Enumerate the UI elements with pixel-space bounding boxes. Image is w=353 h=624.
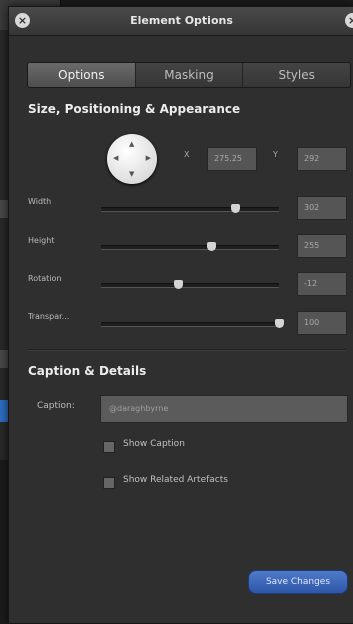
transparency-slider-thumb[interactable] — [275, 319, 284, 328]
x-label: X — [184, 150, 190, 159]
size-section-title: Size, Positioning & Appearance — [28, 102, 241, 116]
y-label: Y — [273, 150, 278, 159]
height-slider-thumb[interactable] — [207, 242, 217, 251]
width-label: Width — [28, 197, 52, 206]
caption-section-title: Caption & Details — [28, 364, 147, 378]
height-slider[interactable] — [101, 242, 279, 251]
tab-bar: Options Masking Styles — [27, 62, 351, 88]
rotation-slider[interactable] — [101, 280, 279, 289]
tab-masking[interactable]: Masking — [136, 63, 244, 87]
window-title: Element Options — [130, 14, 233, 27]
width-slider[interactable] — [101, 204, 279, 213]
y-field[interactable]: 292 — [297, 147, 347, 171]
width-field[interactable]: 302 — [297, 196, 347, 220]
save-changes-button[interactable]: Save Changes — [248, 570, 348, 594]
show-caption-label[interactable]: Show Caption — [123, 439, 185, 449]
caption-input[interactable]: @daraghbyrne — [100, 395, 348, 423]
rotation-label: Rotation — [28, 274, 62, 283]
height-field[interactable]: 255 — [297, 234, 347, 258]
close-icon[interactable]: × — [345, 13, 353, 28]
arrow-left-icon[interactable]: ◀ — [113, 154, 118, 162]
tab-options[interactable]: Options — [28, 63, 136, 87]
transparency-slider[interactable] — [101, 319, 284, 328]
transparency-field[interactable]: 100 — [297, 311, 347, 335]
element-options-panel: × Element Options × Options Masking Styl… — [8, 6, 353, 624]
rotation-field[interactable]: -12 — [297, 272, 347, 296]
section-divider — [28, 349, 346, 351]
arrow-down-icon[interactable]: ▼ — [129, 170, 134, 178]
transparency-label: Transpar... — [28, 312, 70, 321]
arrow-up-icon[interactable]: ▲ — [129, 140, 134, 148]
position-dpad[interactable]: ▲ ▼ ◀ ▶ — [107, 134, 157, 184]
x-field[interactable]: 275.25 — [207, 147, 257, 171]
arrow-right-icon[interactable]: ▶ — [146, 154, 151, 162]
caption-label: Caption: — [37, 401, 75, 411]
width-slider-thumb[interactable] — [230, 204, 240, 213]
rotation-slider-thumb[interactable] — [173, 280, 183, 289]
height-label: Height — [28, 236, 55, 245]
show-caption-checkbox[interactable] — [103, 441, 115, 453]
show-related-artefacts-label[interactable]: Show Related Artefacts — [123, 475, 228, 485]
show-related-artefacts-checkbox[interactable] — [103, 477, 115, 489]
tab-styles[interactable]: Styles — [243, 63, 350, 87]
title-bar: × Element Options × — [9, 7, 353, 36]
